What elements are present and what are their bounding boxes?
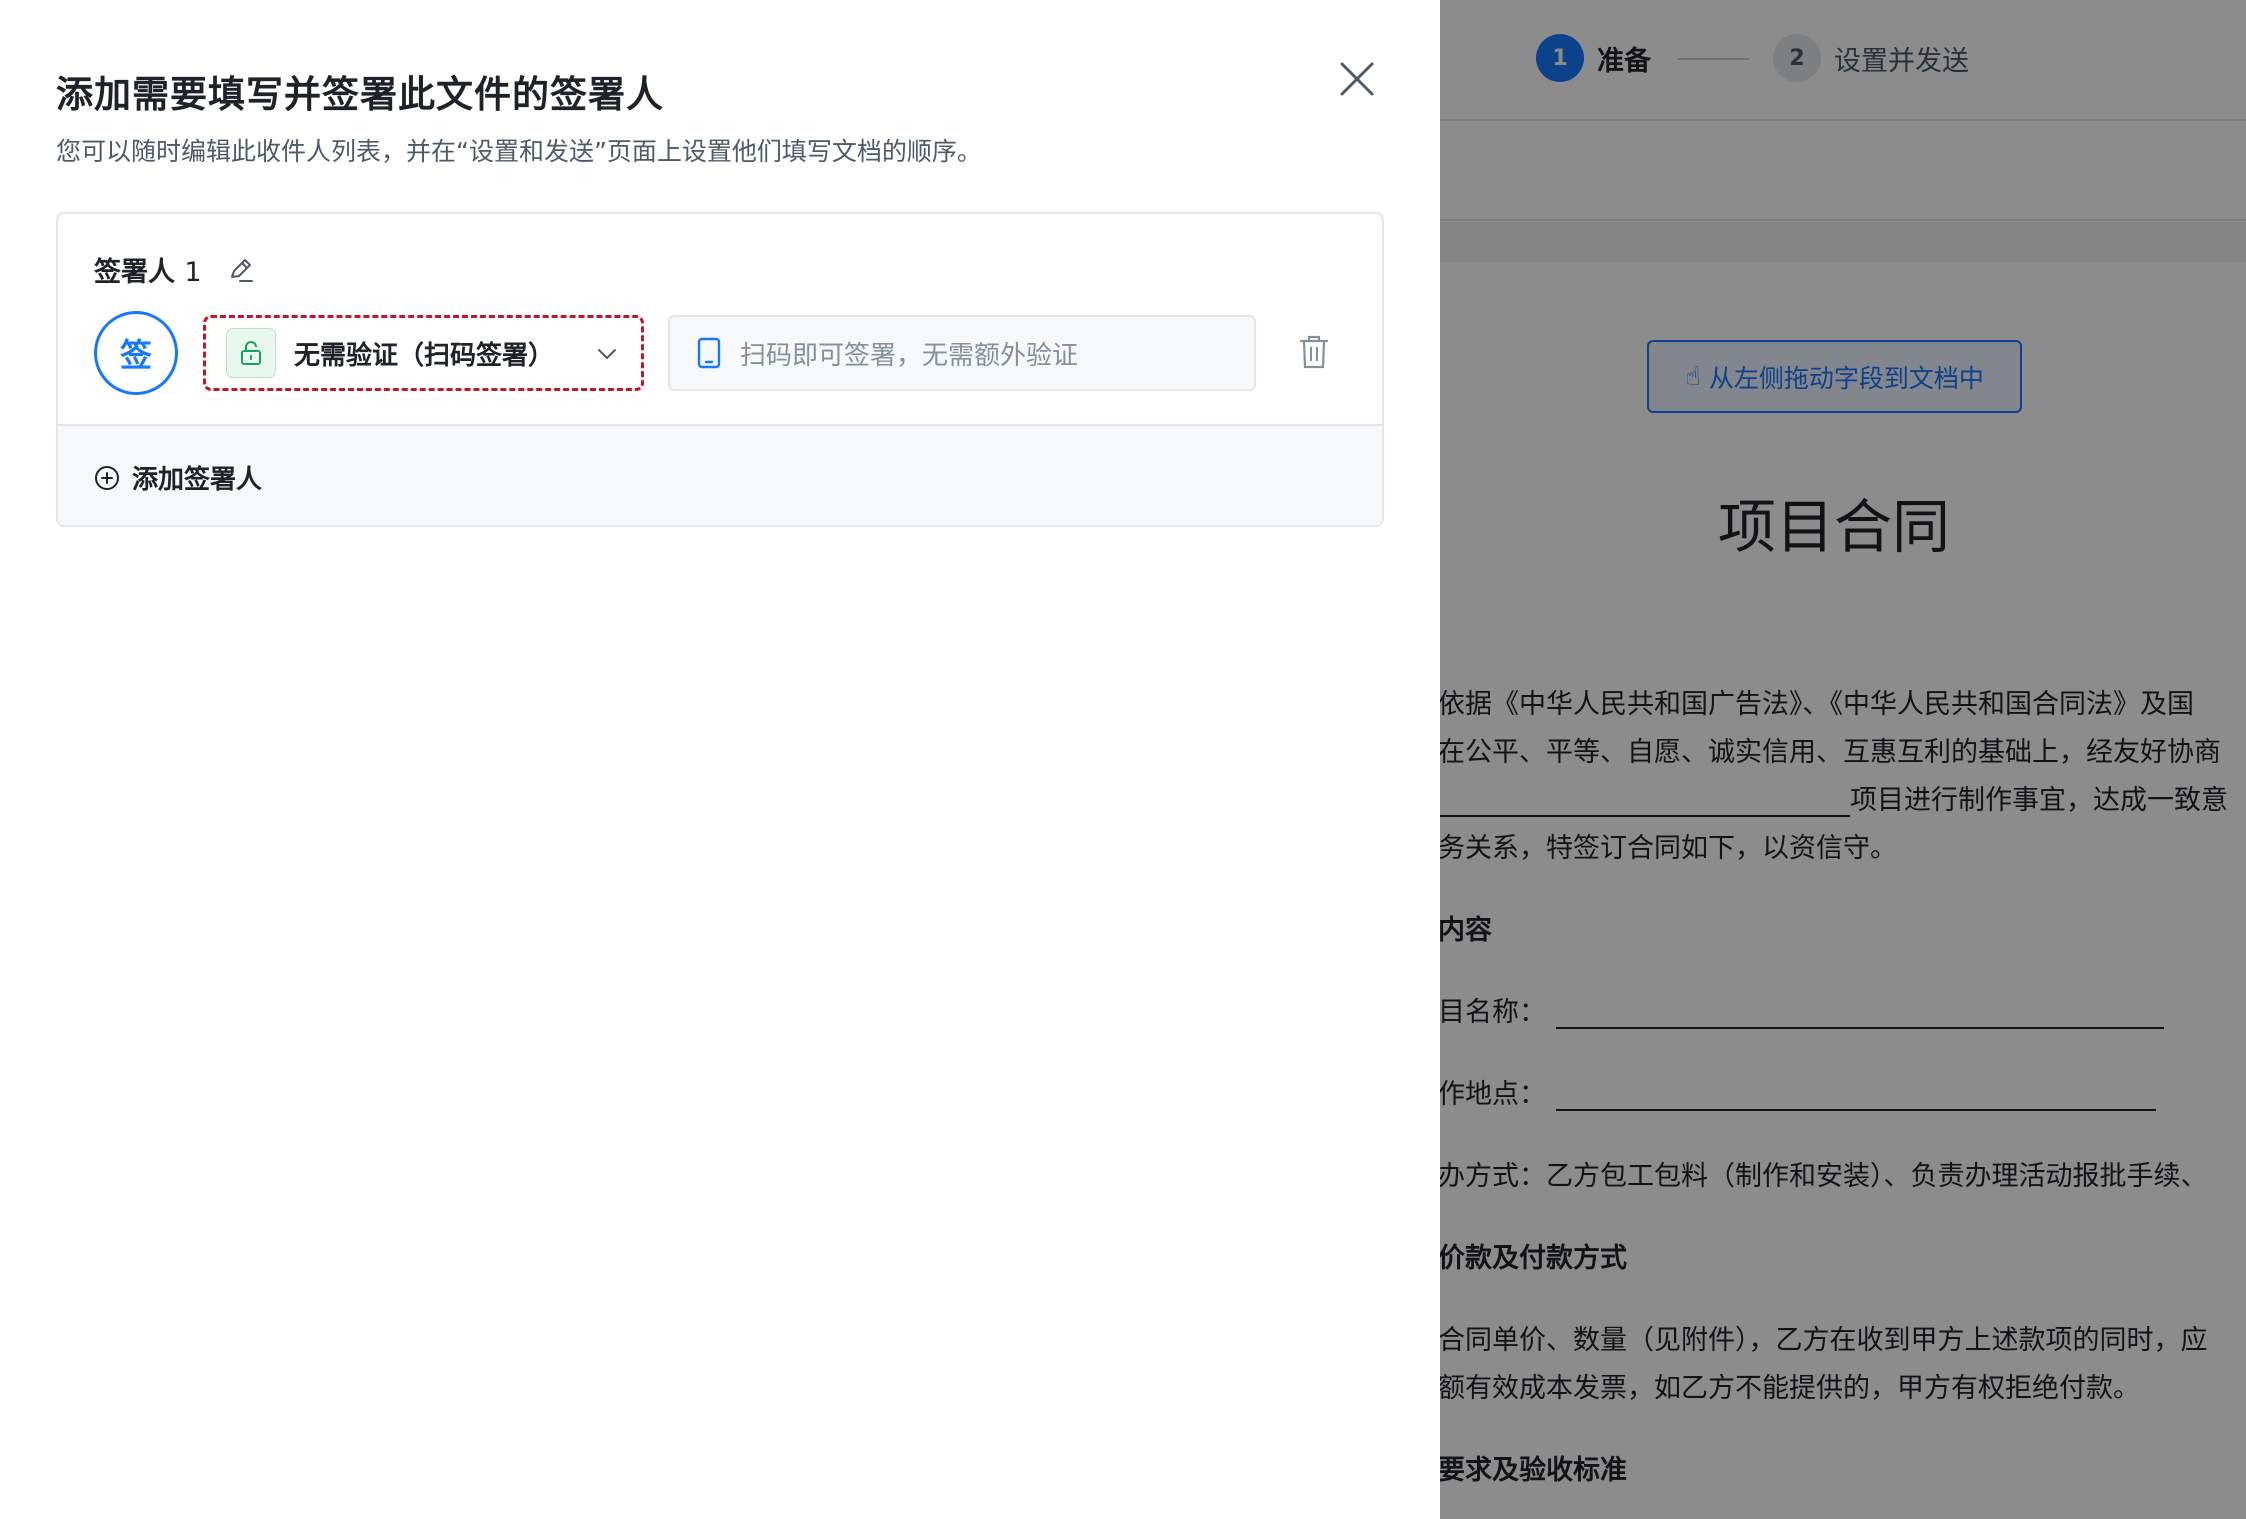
signer-avatar: 签 (94, 311, 178, 395)
verification-method-select[interactable]: 无需验证（扫码签署） (203, 315, 644, 391)
verification-description: 扫码即可签署，无需额外验证 (668, 315, 1256, 391)
verification-selected-value: 无需验证（扫码签署） (294, 340, 555, 371)
signer-card: 签署人 1 签 无需验证（扫码签署） 扫码即可签署，无需额外验证 添加签署人 (56, 212, 1384, 527)
delete-signer-icon[interactable] (1298, 334, 1330, 370)
add-signers-drawer: 添加需要填写并签署此文件的签署人 您可以随时编辑此收件人列表，并在“设置和发送”… (0, 0, 1440, 1519)
mobile-phone-icon (697, 337, 721, 369)
plus-circle-icon (95, 465, 119, 490)
drawer-title: 添加需要填写并签署此文件的签署人 (56, 73, 664, 116)
drawer-subtitle: 您可以随时编辑此收件人列表，并在“设置和发送”页面上设置他们填写文档的顺序。 (56, 137, 982, 166)
add-signer-button[interactable]: 添加签署人 (58, 424, 1382, 525)
signer-name: 签署人 1 (94, 250, 202, 289)
signer-name-label: 签署人 (94, 257, 175, 288)
signer-header: 签署人 1 (94, 250, 256, 289)
edit-name-icon[interactable] (226, 255, 256, 285)
verification-description-text: 扫码即可签署，无需额外验证 (740, 340, 1079, 371)
chevron-down-icon (598, 349, 616, 359)
close-icon (1340, 62, 1374, 96)
signer-number: 1 (184, 257, 202, 288)
close-button[interactable] (1336, 58, 1378, 100)
add-signer-label: 添加签署人 (132, 465, 263, 495)
unlock-icon (226, 328, 276, 378)
